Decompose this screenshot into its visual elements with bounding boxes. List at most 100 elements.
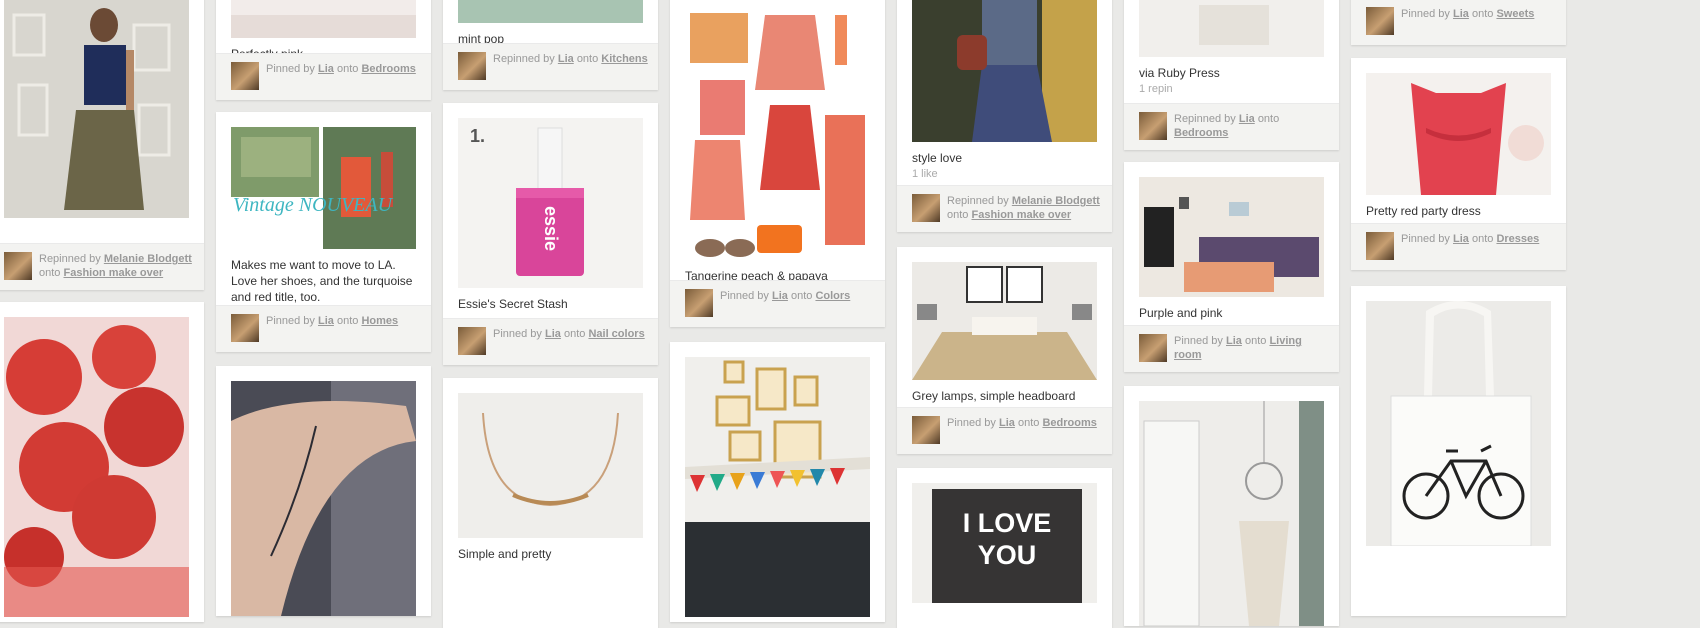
pin-image-necklace[interactable]	[458, 393, 643, 538]
pin-image-essie-polish[interactable]: 1. essie	[458, 118, 643, 288]
pin-image-tangerine-outfits[interactable]	[685, 0, 870, 260]
user-link[interactable]: Lia	[999, 417, 1015, 429]
pin-card[interactable]	[0, 302, 204, 622]
pin-card[interactable]: Pinned by Lia onto Sweets	[1351, 0, 1566, 45]
pin-card[interactable]: Pretty red party dress Pinned by Lia ont…	[1351, 58, 1566, 270]
attribution-prefix: Repinned by	[39, 253, 101, 265]
board-link[interactable]: Bedrooms	[1174, 127, 1228, 139]
attribution-prefix: Repinned by	[947, 195, 1009, 207]
avatar[interactable]	[231, 62, 259, 90]
attribution-prefix: Pinned by	[947, 417, 996, 429]
attribution-onto: onto	[1471, 8, 1494, 20]
board-link[interactable]: Bedrooms	[1042, 417, 1096, 429]
pin-image-chandelier-room[interactable]	[1139, 401, 1324, 626]
board-link[interactable]: Bedrooms	[361, 63, 415, 75]
vintage-nouveau-title: Vintage NOUVEAU	[233, 194, 393, 216]
pin-attribution: Pinned by Lia onto Living room	[1124, 325, 1339, 372]
pin-image-i-love-you-print[interactable]: I LOVE YOU	[912, 483, 1097, 603]
pin-image-street-style[interactable]	[912, 0, 1097, 142]
attribution-prefix: Pinned by	[1401, 233, 1450, 245]
attribution-prefix: Repinned by	[493, 53, 555, 65]
pin-image-grey-bedroom[interactable]	[912, 262, 1097, 380]
attribution-onto: onto	[947, 209, 969, 221]
pin-image-red-dress[interactable]	[1366, 73, 1551, 195]
attribution-prefix: Pinned by	[1174, 335, 1223, 347]
avatar[interactable]	[458, 327, 486, 355]
pin-card[interactable]: Perfectly pink Pinned by Lia onto Bedroo…	[216, 0, 431, 100]
user-link[interactable]: Lia	[1226, 335, 1242, 347]
like-count[interactable]: 1 like	[897, 166, 1112, 180]
pin-image-bicycle-tote[interactable]	[1366, 301, 1551, 546]
user-link[interactable]: Lia	[545, 328, 561, 340]
user-link[interactable]: Lia	[558, 53, 574, 65]
pin-attribution: Repinned by Melanie Blodgett onto Fashio…	[897, 185, 1112, 232]
user-link[interactable]: Lia	[1453, 8, 1469, 20]
user-link[interactable]: Lia	[1239, 113, 1255, 125]
pin-description: via Ruby Press	[1139, 66, 1220, 80]
pin-image-white-bedroom[interactable]	[1139, 0, 1324, 57]
avatar[interactable]	[1139, 334, 1167, 362]
pin-image-gallery-wall[interactable]	[685, 357, 870, 617]
pin-attribution: Repinned by Lia onto Bedrooms	[1124, 103, 1339, 150]
pin-card[interactable]: mint pop Repinned by Lia onto Kitchens	[443, 0, 658, 90]
pin-image-mint-kitchen[interactable]	[458, 0, 643, 23]
board-link[interactable]: Homes	[361, 315, 398, 327]
attribution-prefix: Pinned by	[266, 315, 315, 327]
board-link[interactable]: Colors	[815, 290, 850, 302]
pin-card[interactable]: Simple and pretty	[443, 378, 658, 628]
attribution-prefix: Pinned by	[493, 328, 542, 340]
board-link[interactable]: Fashion make over	[63, 267, 163, 279]
pin-card[interactable]	[670, 342, 885, 622]
pin-image-vintage-nouveau[interactable]: Vintage NOUVEAU	[231, 127, 416, 249]
user-link[interactable]: Lia	[318, 315, 334, 327]
board-link[interactable]: Nail colors	[588, 328, 644, 340]
pin-image-fashion[interactable]	[4, 0, 189, 218]
attribution-onto: onto	[336, 63, 359, 75]
pin-image-tattoo-arm[interactable]	[231, 381, 416, 616]
pin-card[interactable]: style love 1 like Repinned by Melanie Bl…	[897, 0, 1112, 232]
avatar[interactable]	[912, 416, 940, 444]
user-link[interactable]: Lia	[772, 290, 788, 302]
pin-attribution: Pinned by Lia onto Bedrooms	[897, 407, 1112, 454]
pin-card[interactable]: Vintage NOUVEAU Makes me want to move to…	[216, 112, 431, 352]
pin-card[interactable]: Repinned by Melanie Blodgett onto Fashio…	[0, 0, 204, 290]
attribution-onto: onto	[1017, 417, 1040, 429]
board-link[interactable]: Dresses	[1496, 233, 1539, 245]
user-link[interactable]: Melanie Blodgett	[104, 253, 192, 265]
pin-card[interactable]: I LOVE YOU	[897, 468, 1112, 628]
pin-image-heart-cookies[interactable]	[4, 317, 189, 617]
pin-card[interactable]	[216, 366, 431, 616]
pin-image-pink-bedroom[interactable]	[231, 0, 416, 38]
pin-description: Simple and pretty	[458, 547, 552, 561]
pin-card[interactable]: Grey lamps, simple headboard Pinned by L…	[897, 247, 1112, 454]
avatar[interactable]	[1139, 112, 1167, 140]
avatar[interactable]	[1366, 7, 1394, 35]
board-link[interactable]: Kitchens	[601, 53, 647, 65]
avatar[interactable]	[1366, 232, 1394, 260]
board-link[interactable]: Fashion make over	[971, 209, 1071, 221]
avatar[interactable]	[685, 289, 713, 317]
pin-card[interactable]: Purple and pink Pinned by Lia onto Livin…	[1124, 162, 1339, 372]
pin-description: Pretty red party dress	[1366, 204, 1481, 218]
user-link[interactable]: Lia	[1453, 233, 1469, 245]
pin-card[interactable]: Tangerine peach & papaya Pinned by Lia o…	[670, 0, 885, 327]
pin-card[interactable]	[1351, 286, 1566, 616]
avatar[interactable]	[912, 194, 940, 222]
attribution-onto: onto	[790, 290, 813, 302]
avatar[interactable]	[231, 314, 259, 342]
attribution-prefix: Pinned by	[266, 63, 315, 75]
pin-description: Essie's Secret Stash	[458, 297, 568, 311]
attribution-prefix: Pinned by	[720, 290, 769, 302]
essie-brand-label: essie	[541, 205, 562, 252]
pin-card[interactable]	[1124, 386, 1339, 626]
pin-card[interactable]: via Ruby Press 1 repin Repinned by Lia o…	[1124, 0, 1339, 150]
repin-count[interactable]: 1 repin	[1124, 81, 1339, 95]
pin-image-living-room[interactable]	[1139, 177, 1324, 297]
user-link[interactable]: Lia	[318, 63, 334, 75]
user-link[interactable]: Melanie Blodgett	[1012, 195, 1100, 207]
avatar[interactable]	[458, 52, 486, 80]
attribution-prefix: Repinned by	[1174, 113, 1236, 125]
board-link[interactable]: Sweets	[1496, 8, 1534, 20]
pin-card[interactable]: 1. essie Essie's Secret Stash Pinned by …	[443, 103, 658, 365]
avatar[interactable]	[4, 252, 32, 280]
